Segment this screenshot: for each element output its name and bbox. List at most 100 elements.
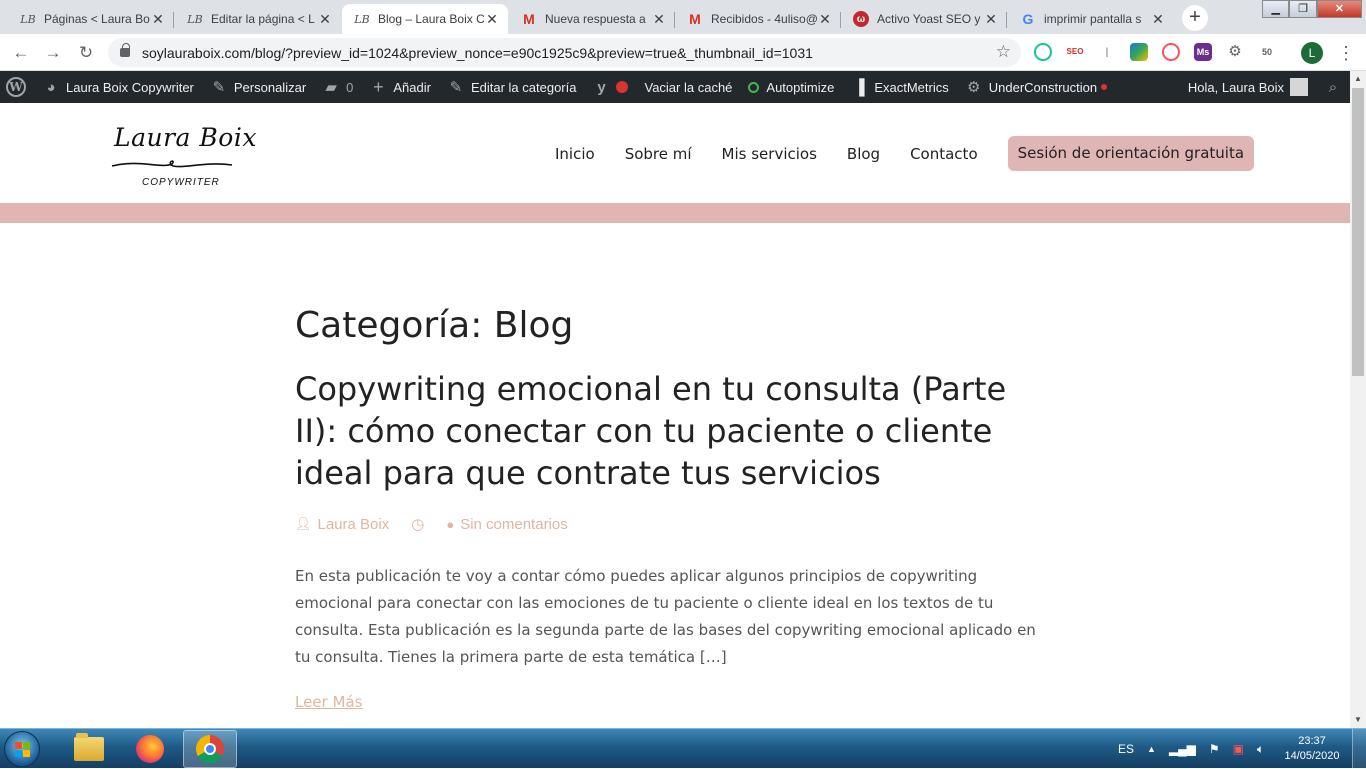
language-indicator[interactable]: ES bbox=[1118, 742, 1134, 756]
plus-icon: + bbox=[373, 76, 384, 97]
comments-count: 0 bbox=[346, 79, 354, 95]
firefox-taskbar[interactable] bbox=[123, 730, 177, 768]
site-header: Laura Boix COPYWRITER Inicio Sobre mí Mi… bbox=[0, 103, 1350, 203]
tab-close-icon[interactable]: ✕ bbox=[651, 11, 667, 27]
post-title[interactable]: Copywriting emocional en tu consulta (Pa… bbox=[295, 368, 1055, 494]
seo-status-dot bbox=[616, 81, 629, 93]
admin-comments[interactable]: ▰ 0 bbox=[314, 71, 361, 103]
admin-exactmetrics[interactable]: ▐ ExactMetrics bbox=[842, 71, 956, 103]
browser-tab[interactable]: LB Páginas < Laura Bo ✕ bbox=[8, 4, 174, 34]
add-new-label: Añadir bbox=[393, 79, 431, 95]
admin-edit-category[interactable]: ✎ Editar la categoría bbox=[439, 71, 585, 103]
url-text[interactable]: soylauraboix.com/blog/?preview_id=1024&p… bbox=[142, 45, 813, 61]
system-tray: ES ▲ ▂▄▆ ⚑ ▣ 🔈︎ bbox=[1118, 729, 1277, 769]
read-more-link[interactable]: Leer Más bbox=[295, 693, 362, 711]
admin-underconstruction[interactable]: ⚙ UnderConstruction bbox=[957, 71, 1115, 103]
admin-search[interactable]: ⌕ bbox=[1316, 71, 1350, 103]
extension-icon[interactable] bbox=[1162, 43, 1180, 61]
show-desktop-button[interactable] bbox=[1352, 729, 1366, 769]
browser-tab[interactable]: ω Activo Yoast SEO y ✕ bbox=[841, 4, 1007, 34]
ms-extension-icon[interactable]: Ms bbox=[1194, 43, 1212, 61]
yoast-icon: ω bbox=[853, 11, 869, 27]
chrome-taskbar[interactable] bbox=[183, 730, 237, 768]
text-cursor-icon[interactable]: I bbox=[1098, 43, 1116, 61]
network-signal-icon[interactable]: ▂▄▆ bbox=[1169, 742, 1196, 756]
post-comments[interactable]: Sin comentarios bbox=[460, 516, 568, 533]
bookmark-star-icon[interactable]: ☆ bbox=[996, 42, 1011, 62]
wordpress-logo-menu[interactable]: W bbox=[0, 71, 34, 103]
nav-item-sobre-mi[interactable]: Sobre mí bbox=[625, 145, 692, 163]
scroll-down-icon[interactable]: ▼ bbox=[1350, 712, 1366, 728]
admin-autoptimize[interactable]: Autoptimize bbox=[740, 71, 842, 103]
tab-close-icon[interactable]: ✕ bbox=[150, 11, 166, 27]
grammarly-extension-icon[interactable] bbox=[1034, 43, 1052, 61]
nav-item-inicio[interactable]: Inicio bbox=[555, 145, 595, 163]
logo-name: Laura Boix bbox=[114, 123, 257, 152]
brush-icon: ✎ bbox=[212, 79, 226, 96]
status-badge bbox=[1101, 84, 1108, 90]
lock-icon bbox=[120, 43, 130, 57]
admin-yoast[interactable]: y bbox=[584, 71, 636, 103]
chrome-icon bbox=[196, 735, 224, 763]
nav-item-mis-servicios[interactable]: Mis servicios bbox=[722, 145, 817, 163]
admin-site-name[interactable]: ◕ Laura Boix Copywriter bbox=[34, 71, 202, 103]
file-explorer-taskbar[interactable] bbox=[62, 730, 116, 768]
gear-extension-icon[interactable]: ⚙ bbox=[1226, 43, 1244, 61]
tab-close-icon[interactable]: ✕ bbox=[983, 11, 999, 27]
google-icon: G bbox=[1022, 11, 1034, 27]
clock-time: 23:37 bbox=[1298, 735, 1326, 747]
security-icon[interactable]: ▣ bbox=[1233, 742, 1244, 756]
admin-customize[interactable]: ✎ Personalizar bbox=[202, 71, 314, 103]
admin-add-new[interactable]: + Añadir bbox=[361, 71, 439, 103]
free-session-button[interactable]: Sesión de orientación gratuita bbox=[1007, 136, 1255, 171]
start-button[interactable] bbox=[4, 731, 40, 767]
admin-account-menu[interactable]: Hola, Laura Boix bbox=[1180, 71, 1316, 103]
admin-clear-cache[interactable]: Vaciar la caché bbox=[636, 71, 740, 103]
taskbar-clock[interactable]: 23:37 14/05/2020 bbox=[1280, 734, 1344, 764]
seo-extension-icon[interactable]: SEO bbox=[1066, 43, 1084, 61]
yoast-icon: y bbox=[597, 78, 606, 96]
underconstruction-label: UnderConstruction bbox=[988, 79, 1098, 95]
profile-avatar[interactable]: L bbox=[1301, 42, 1323, 64]
scroll-thumb[interactable] bbox=[1352, 88, 1364, 376]
tab-close-icon[interactable]: ✕ bbox=[317, 11, 333, 27]
comment-icon: ● bbox=[446, 516, 455, 532]
reload-icon[interactable]: ↻ bbox=[75, 42, 97, 64]
browser-tab[interactable]: G imprimir pantalla s ✕ bbox=[1008, 4, 1174, 34]
maximize-button[interactable]: ❐ bbox=[1289, 0, 1317, 18]
tab-close-icon[interactable]: ✕ bbox=[1150, 11, 1166, 27]
back-arrow-icon[interactable]: ← bbox=[10, 42, 32, 64]
tab-title: Blog – Laura Boix C bbox=[378, 12, 484, 26]
browser-tab[interactable]: M Nueva respuesta a ✕ bbox=[509, 4, 675, 34]
volume-icon[interactable]: 🔈︎ bbox=[1257, 742, 1264, 757]
menu-kebab-icon[interactable]: ⋮ bbox=[1337, 42, 1355, 64]
header-divider-band bbox=[0, 203, 1350, 223]
lb-logo-icon: LB bbox=[20, 12, 36, 26]
folder-icon bbox=[74, 733, 104, 761]
minimize-button[interactable]: ▁ bbox=[1262, 0, 1290, 18]
new-tab-button[interactable]: + bbox=[1182, 5, 1208, 31]
nav-item-contacto[interactable]: Contacto bbox=[910, 145, 978, 163]
admin-bar-right: Hola, Laura Boix ⌕ bbox=[1180, 71, 1350, 103]
browser-tab[interactable]: M Recibidos - 4uliso@ ✕ bbox=[675, 4, 841, 34]
action-center-flag-icon[interactable]: ⚑ bbox=[1209, 742, 1220, 756]
windows-taskbar: ES ▲ ▂▄▆ ⚑ ▣ 🔈︎ 23:37 14/05/2020 bbox=[0, 728, 1366, 769]
extension-icon[interactable] bbox=[1130, 43, 1148, 61]
close-window-button[interactable]: ✕ bbox=[1316, 0, 1362, 18]
page-scrollbar[interactable]: ▲ ▼ bbox=[1350, 71, 1366, 728]
forward-arrow-icon[interactable]: → bbox=[42, 42, 64, 64]
site-logo[interactable]: Laura Boix COPYWRITER bbox=[110, 121, 256, 191]
address-bar[interactable]: soylauraboix.com/blog/?preview_id=1024&p… bbox=[108, 38, 1021, 67]
nav-item-blog[interactable]: Blog bbox=[847, 145, 880, 163]
site-name-label: Laura Boix Copywriter bbox=[66, 79, 194, 95]
scroll-up-icon[interactable]: ▲ bbox=[1350, 71, 1366, 87]
browser-tab-active[interactable]: LB Blog – Laura Boix C ✕ bbox=[342, 4, 508, 34]
browser-tab[interactable]: LB Editar la página < L ✕ bbox=[175, 4, 341, 34]
tab-close-icon[interactable]: ✕ bbox=[484, 11, 500, 27]
browser-toolbar: ← → ↻ soylauraboix.com/blog/?preview_id=… bbox=[0, 34, 1366, 71]
user-icon: 👤︎ bbox=[295, 516, 312, 531]
tray-expand-icon[interactable]: ▲ bbox=[1147, 744, 1156, 754]
tab-close-icon[interactable]: ✕ bbox=[817, 11, 833, 27]
fifty-extension-icon[interactable]: 50 bbox=[1258, 43, 1276, 61]
post-author[interactable]: Laura Boix bbox=[318, 516, 390, 533]
